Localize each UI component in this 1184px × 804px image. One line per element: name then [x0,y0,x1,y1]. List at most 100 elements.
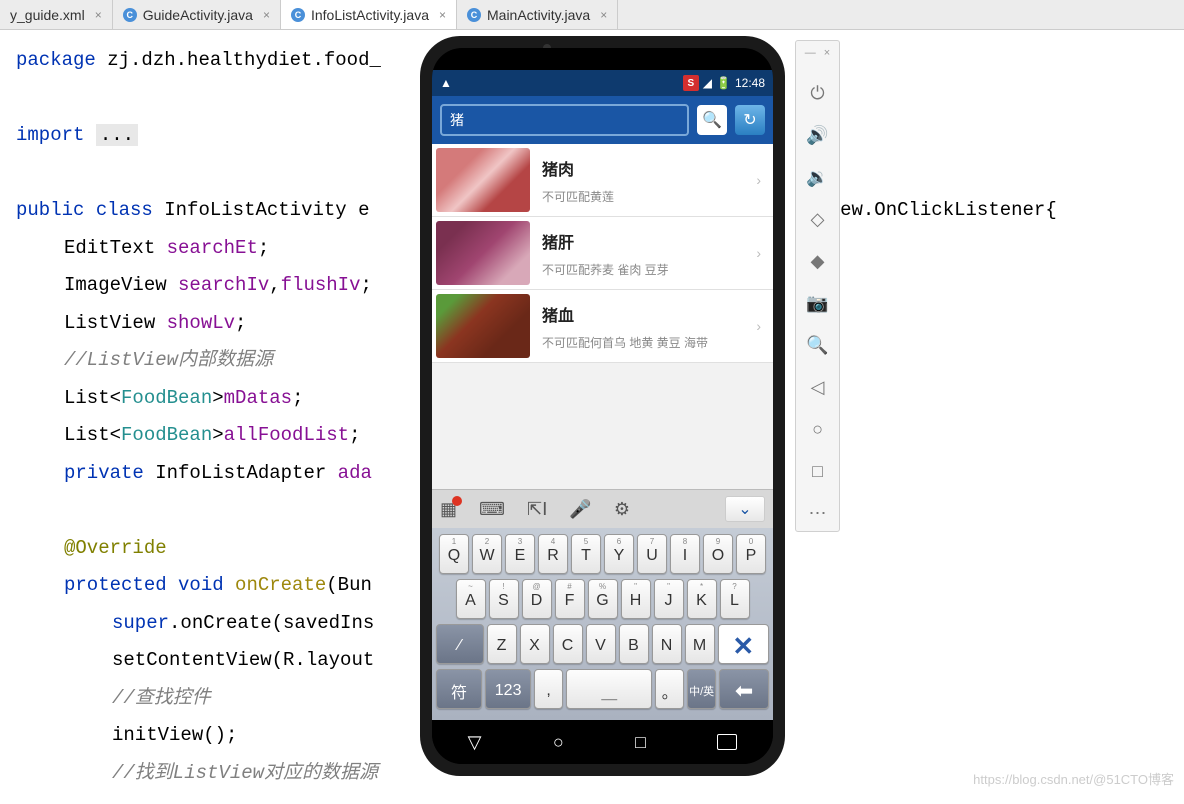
list-item[interactable]: 猪肉 不可匹配黄莲 › [432,144,773,217]
letter-key[interactable]: M [685,624,715,664]
camera-icon[interactable]: 📷 [806,291,830,315]
letter-key[interactable]: C [553,624,583,664]
food-image [436,148,530,212]
enter-key[interactable]: ⬅ [719,669,769,709]
shift-key[interactable]: ⁄ [436,624,484,664]
close-icon[interactable]: × [600,8,607,22]
letter-key[interactable]: 7U [637,534,667,574]
food-list[interactable]: 猪肉 不可匹配黄莲 › 猪肝 不可匹配荞麦 雀肉 豆芽 › 猪血 不可匹配何首乌… [432,144,773,489]
letter-key[interactable]: 5T [571,534,601,574]
rotate-right-icon[interactable]: ◆ [806,249,830,273]
letter-key[interactable]: ~A [456,579,486,619]
close-icon[interactable]: × [439,8,446,22]
letter-key[interactable]: 0P [736,534,766,574]
backspace-key[interactable]: ✕ [718,624,769,664]
letter-key[interactable]: 3E [505,534,535,574]
more-icon[interactable]: ⋯ [806,501,830,525]
emulator-window-controls: — × [805,47,830,63]
minimize-icon[interactable]: — [805,47,816,59]
letter-key[interactable]: 2W [472,534,502,574]
search-input[interactable]: 猪 [440,104,689,136]
cursor-icon[interactable]: ⇱Ⅰ [527,499,547,520]
tab-label: InfoListActivity.java [311,7,429,23]
letter-key[interactable]: 8I [670,534,700,574]
java-class-icon: C [467,8,481,22]
food-title: 猪肉 [542,156,756,180]
nav-back-icon[interactable]: ▽ [468,732,482,753]
letter-key[interactable]: %G [588,579,618,619]
language-key[interactable]: 中/英 [687,669,716,709]
close-icon[interactable]: × [263,8,270,22]
volume-down-icon[interactable]: 🔉 [806,165,830,189]
comma-key[interactable]: , [534,669,563,709]
letter-key[interactable]: V [586,624,616,664]
keyboard-mode-icon[interactable]: ⌨ [479,499,505,520]
home-icon[interactable]: ○ [806,417,830,441]
power-icon[interactable]: ⏻ [806,81,830,105]
collapse-keyboard-icon[interactable]: ⌄ [725,496,765,522]
status-time: 12:48 [735,76,765,90]
android-nav-bar: ▽ ○ □ [432,720,773,764]
letter-key[interactable]: B [619,624,649,664]
apps-icon[interactable]: ▦ [440,499,457,520]
food-image [436,221,530,285]
letter-key[interactable]: @D [522,579,552,619]
numeric-key[interactable]: 123 [485,669,531,709]
letter-key[interactable]: 9O [703,534,733,574]
emulator-toolbar: — × ⏻ 🔊 🔉 ◇ ◆ 📷 🔍 ◁ ○ □ ⋯ [795,40,840,532]
back-icon[interactable]: ◁ [806,375,830,399]
java-class-icon: C [123,8,137,22]
letter-key[interactable]: 6Y [604,534,634,574]
rotate-left-icon[interactable]: ◇ [806,207,830,231]
android-status-bar: ▲ S ◢ 🔋 12:48 [432,70,773,96]
zoom-icon[interactable]: 🔍 [806,333,830,357]
list-item[interactable]: 猪肝 不可匹配荞麦 雀肉 豆芽 › [432,217,773,290]
close-icon[interactable]: × [824,47,830,59]
food-title: 猪肝 [542,229,756,253]
search-icon[interactable]: 🔍 [697,105,727,135]
tab-guide-xml[interactable]: y_guide.xml × [0,0,113,29]
nav-recent-icon[interactable]: □ [635,732,646,753]
chevron-right-icon: › [756,318,761,334]
chevron-right-icon: › [756,245,761,261]
food-subtitle: 不可匹配黄莲 [542,188,756,205]
java-class-icon: C [291,8,305,22]
symbol-key[interactable]: 符 [436,669,482,709]
tab-label: GuideActivity.java [143,7,253,23]
chevron-right-icon: › [756,172,761,188]
letter-key[interactable]: Z [487,624,517,664]
letter-key[interactable]: "J [654,579,684,619]
nav-home-icon[interactable]: ○ [553,732,564,753]
letter-key[interactable]: X [520,624,550,664]
food-image [436,294,530,358]
nav-keyboard-icon[interactable] [717,734,737,750]
settings-icon[interactable]: ⚙ [614,499,630,520]
letter-key[interactable]: !S [489,579,519,619]
letter-key[interactable]: N [652,624,682,664]
app-header: 猪 🔍 ↻ [432,96,773,144]
keyboard-toolbar: ▦ ⌨ ⇱Ⅰ 🎤 ⚙ ⌄ [432,489,773,528]
ime-indicator-icon: S [683,75,699,91]
mic-icon[interactable]: 🎤 [569,499,591,520]
soft-keyboard: 1Q2W3E4R5T6Y7U8I9O0P ~A!S@D#F%G"H"J*K?L … [432,528,773,720]
warning-triangle-icon: ▲ [440,76,452,90]
letter-key[interactable]: "H [621,579,651,619]
letter-key[interactable]: ?L [720,579,750,619]
tab-infolistactivity[interactable]: C InfoListActivity.java × [281,0,457,29]
letter-key[interactable]: 1Q [439,534,469,574]
tab-guideactivity[interactable]: C GuideActivity.java × [113,0,281,29]
period-key[interactable]: 。 [655,669,684,709]
letter-key[interactable]: #F [555,579,585,619]
battery-icon: 🔋 [716,76,731,90]
tab-mainactivity[interactable]: C MainActivity.java × [457,0,618,29]
close-icon[interactable]: × [95,8,102,22]
volume-up-icon[interactable]: 🔊 [806,123,830,147]
space-key[interactable]: ＿ [566,669,652,709]
overview-icon[interactable]: □ [806,459,830,483]
tab-label: MainActivity.java [487,7,590,23]
list-item[interactable]: 猪血 不可匹配何首乌 地黄 黄豆 海带 › [432,290,773,363]
letter-key[interactable]: *K [687,579,717,619]
refresh-icon[interactable]: ↻ [735,105,765,135]
editor-tabs: y_guide.xml × C GuideActivity.java × C I… [0,0,1184,30]
letter-key[interactable]: 4R [538,534,568,574]
